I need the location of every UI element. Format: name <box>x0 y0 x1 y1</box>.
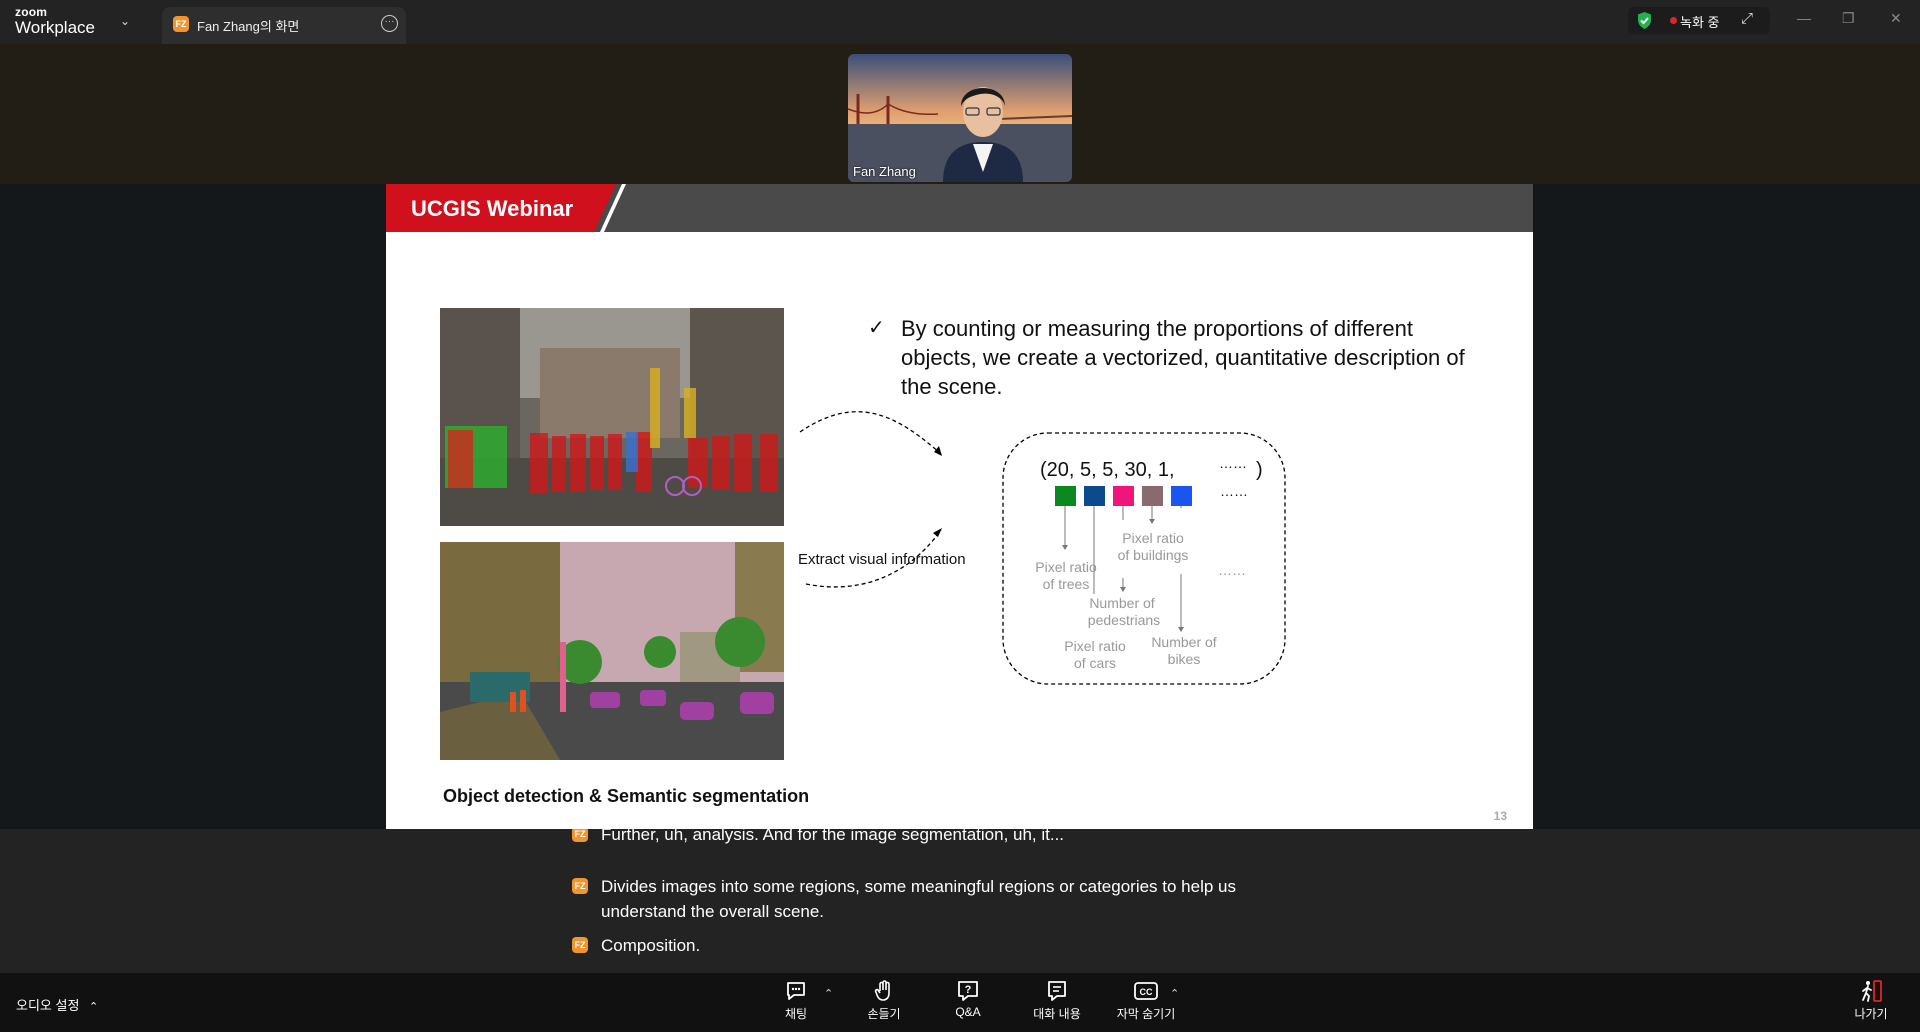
caption-text: Further, uh, analysis. And for the image… <box>601 829 1065 844</box>
participant-video[interactable]: Fan Zhang <box>848 54 1072 182</box>
shared-slide: UCGIS Webinar ✓ By counting or measuring… <box>386 184 1533 829</box>
qa-icon: ? <box>958 981 978 1001</box>
vector-ellipsis: …… <box>1219 455 1247 471</box>
caption-text: Divides images into some regions, some m… <box>601 877 1236 921</box>
qa-button[interactable]: ? Q&A <box>933 979 1003 1019</box>
hide-captions-button[interactable]: CC 자막 숨기기 <box>1111 979 1181 1022</box>
caption-avatar: FZ <box>572 829 588 842</box>
more-options-icon[interactable]: ··· <box>381 15 398 32</box>
leave-icon <box>1862 980 1882 1002</box>
minimize-icon[interactable]: — <box>1797 10 1811 26</box>
color-swatch <box>1171 486 1192 506</box>
hide-captions-label: 자막 숨기기 <box>1116 1007 1176 1021</box>
color-swatch <box>1113 486 1134 506</box>
label-trees-1: Pixel ratio <box>1035 559 1097 575</box>
color-swatch <box>1084 486 1105 506</box>
qa-label: Q&A <box>955 1005 981 1019</box>
raise-hand-button[interactable]: 손들기 <box>849 979 919 1022</box>
label-bikes-1: Number of <box>1151 634 1216 650</box>
color-swatch <box>1142 486 1163 506</box>
audio-settings-label: 오디오 설정 <box>16 998 80 1013</box>
leave-button[interactable]: 나가기 <box>1836 979 1906 1022</box>
transcript-button[interactable]: 대화 내용 <box>1022 979 1092 1022</box>
chat-icon <box>787 982 805 1000</box>
video-feed <box>848 54 1072 182</box>
label-more: …… <box>1218 562 1246 578</box>
transcript-icon <box>1048 981 1066 1001</box>
caption-avatar: FZ <box>572 878 588 894</box>
audio-settings-button[interactable]: 오디오 설정 ⌃ <box>16 995 98 1014</box>
meeting-toolbar: 오디오 설정 ⌃ 채팅 ⌃ 손들기 ? Q&A 대화 내용 CC 자막 숨기기 … <box>0 973 1920 1032</box>
vector-close-paren: ) <box>1256 459 1263 481</box>
closed-captions-icon: CC <box>1134 982 1158 1000</box>
svg-text:CC: CC <box>1140 987 1153 997</box>
captions-options-caret-icon[interactable]: ⌃ <box>1170 987 1179 1000</box>
vector-diagram: (20, 5, 5, 30, 1, …… ) …… Pixel ratio of… <box>799 411 1286 685</box>
vector-values: (20, 5, 5, 30, 1, <box>1040 459 1175 481</box>
color-swatches <box>1055 486 1192 506</box>
leave-label: 나가기 <box>1854 1007 1888 1021</box>
raise-hand-label: 손들기 <box>867 1007 901 1021</box>
chat-options-caret-icon[interactable]: ⌃ <box>824 987 833 1000</box>
live-captions-panel: FZ Further, uh, analysis. And for the im… <box>0 829 1920 973</box>
color-swatch <box>1055 486 1076 506</box>
recording-status[interactable]: 녹화 중 ⤢ <box>1628 7 1770 34</box>
label-trees-2: of trees <box>1043 576 1090 592</box>
expand-icon[interactable]: ⤢ <box>1741 10 1753 27</box>
label-cars-2: of cars <box>1074 655 1116 671</box>
close-icon[interactable]: ✕ <box>1890 10 1902 27</box>
dashed-arrow-top <box>799 411 942 455</box>
caption-text: Composition. <box>601 936 701 955</box>
dashed-arrow-bottom <box>805 529 942 588</box>
transcript-label: 대화 내용 <box>1033 1007 1081 1021</box>
tab-avatar: FZ <box>173 16 189 32</box>
caption-avatar: FZ <box>572 937 588 953</box>
title-bar: zoom Workplace ⌄ FZ Fan Zhang의 화면 ··· 녹화… <box>0 0 1920 44</box>
tab-label: Fan Zhang의 화면 <box>197 19 300 34</box>
recording-label: 녹화 중 <box>1680 15 1720 30</box>
label-bikes-2: bikes <box>1168 651 1201 667</box>
logo-zoom-text: zoom <box>15 5 48 19</box>
chat-label: 채팅 <box>784 1007 808 1021</box>
chat-button[interactable]: 채팅 <box>761 979 831 1022</box>
zoom-workplace-logo[interactable]: zoom Workplace <box>15 6 95 36</box>
svg-text:?: ? <box>965 984 972 996</box>
logo-workplace-text: Workplace <box>15 18 95 37</box>
chevron-down-icon[interactable]: ⌄ <box>120 14 130 28</box>
swatch-ellipsis: …… <box>1220 483 1248 499</box>
tab-shared-screen[interactable]: FZ Fan Zhang의 화면 ··· <box>162 7 406 44</box>
label-pedestrians-2: pedestrians <box>1088 612 1160 628</box>
restore-icon[interactable]: ❐ <box>1842 10 1855 27</box>
shield-check-icon <box>1638 12 1651 29</box>
chevron-up-icon: ⌃ <box>89 1001 99 1013</box>
label-buildings-2: of buildings <box>1118 547 1189 563</box>
label-buildings-1: Pixel ratio <box>1122 530 1184 546</box>
label-cars-1: Pixel ratio <box>1064 638 1126 654</box>
raise-hand-icon <box>874 980 890 1001</box>
participant-name: Fan Zhang <box>853 164 916 179</box>
label-pedestrians-1: Number of <box>1089 595 1154 611</box>
recording-dot-icon <box>1670 17 1677 24</box>
